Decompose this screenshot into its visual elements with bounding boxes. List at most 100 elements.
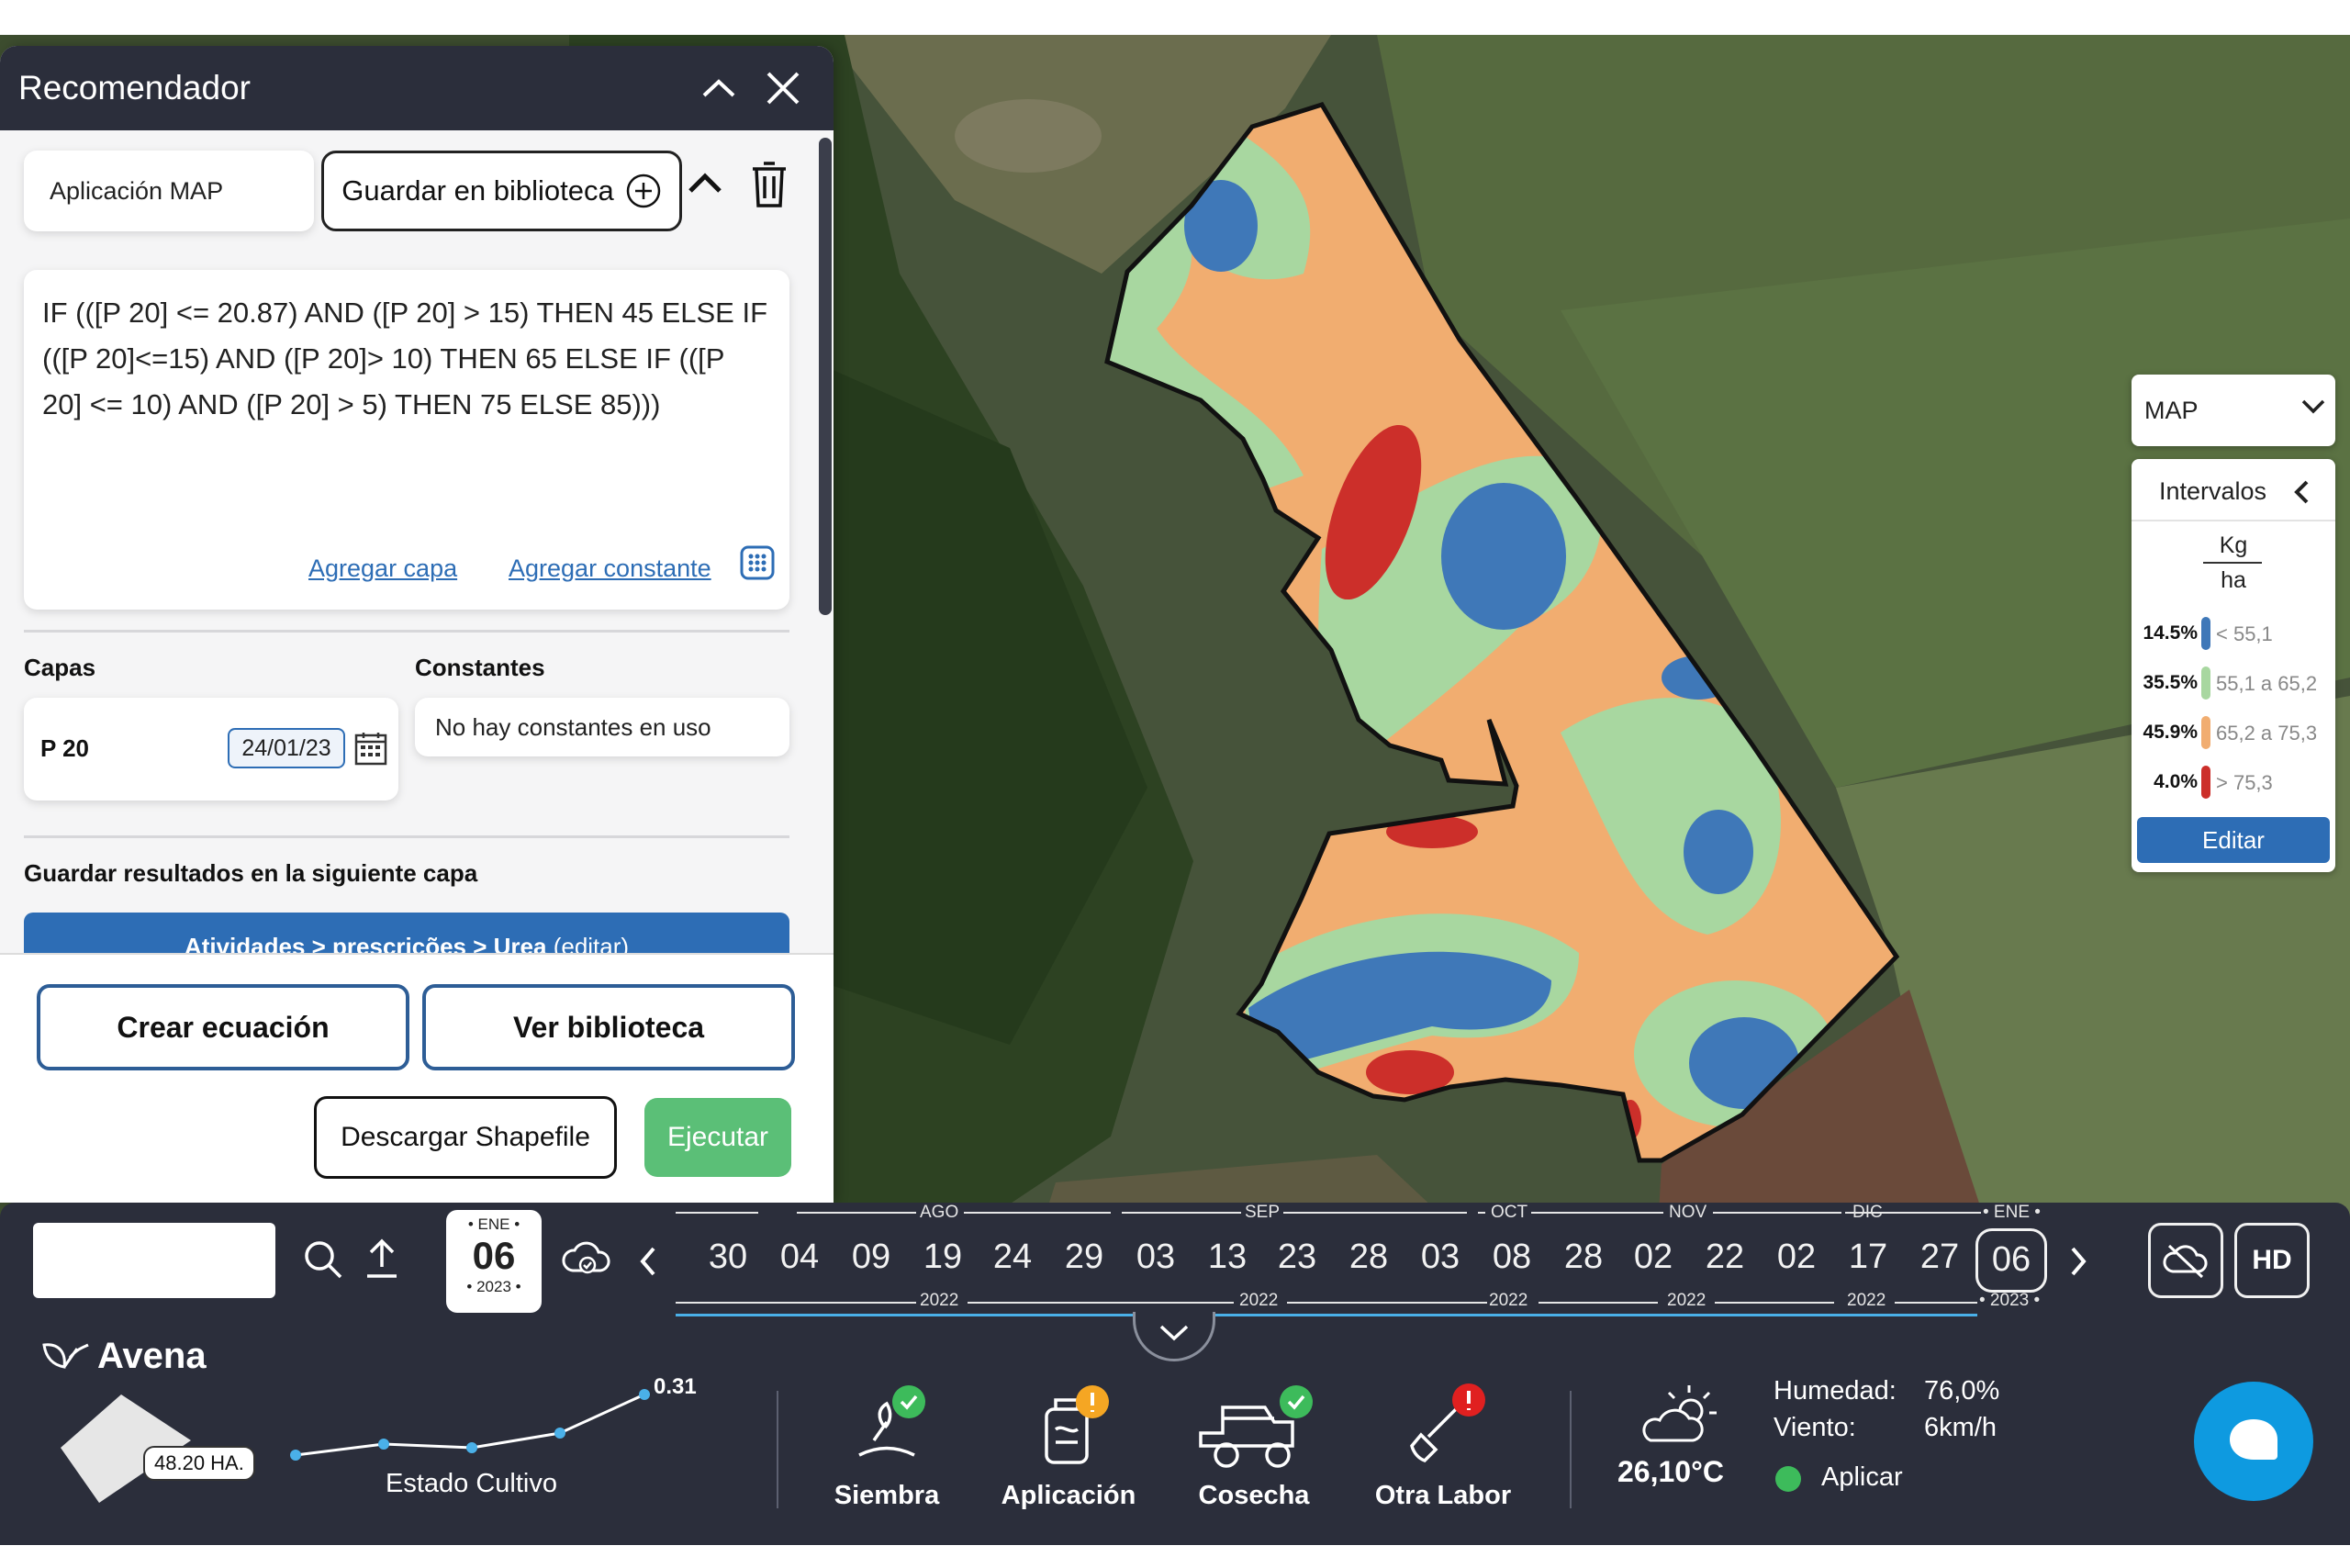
timeline-rule [1478,1212,1485,1214]
chat-button[interactable] [2194,1382,2313,1501]
calculator-grid-icon[interactable] [740,545,775,580]
search-input[interactable] [33,1223,275,1298]
timeline-rule [797,1212,916,1214]
timeline-day[interactable]: 29 [1052,1238,1116,1277]
download-shapefile-button[interactable]: Descargar Shapefile [314,1096,617,1179]
timeline-day[interactable]: 03 [1408,1238,1472,1277]
legend-row: 45.9% 65,2 a 75,3 [2132,714,2335,751]
year-label: 2022 [1239,1291,1279,1310]
calendar-icon[interactable] [354,731,387,766]
timeline-day[interactable]: 02 [1764,1238,1829,1277]
edit-intervals-button[interactable]: Editar [2137,817,2330,863]
divider [1570,1391,1572,1508]
cloud-off-icon [2163,1244,2208,1279]
hd-toggle-button[interactable]: HD [2234,1223,2310,1298]
chevron-down-icon [1159,1325,1189,1341]
cloud-filter-button[interactable] [2148,1223,2223,1298]
scrollbar[interactable] [819,138,832,615]
add-constant-link[interactable]: Agregar constante [509,554,711,583]
activity-application[interactable]: Aplicación [986,1382,1151,1510]
unit-numerator: Kg [2219,532,2248,558]
layer-card[interactable]: P 20 24/01/23 [24,698,398,801]
month-label: • ENE • [1983,1203,2041,1222]
timeline-day[interactable]: 28 [1551,1238,1616,1277]
timeline-day[interactable]: 28 [1337,1238,1401,1277]
field-info-bar: Avena 48.20 HA. 0.31 Estado Cultivo Siem… [0,1312,2350,1545]
current-date-card[interactable]: • ENE • 06 • 2023 • [446,1210,542,1313]
crop-trend-sparkline [290,1389,650,1461]
search-icon[interactable] [303,1239,343,1280]
timeline-rule [968,1302,1234,1304]
equation-text[interactable]: IF (([P 20] <= 20.87) AND ([P 20] > 15) … [42,290,771,428]
timeline-day[interactable]: 17 [1836,1238,1900,1277]
collapse-equation-icon[interactable] [687,165,723,202]
timeline-day[interactable]: 02 [1621,1238,1685,1277]
month-label: AGO [920,1203,959,1222]
field-area-badge: 48.20 HA. [143,1446,255,1481]
activity-sowing[interactable]: Siembra [804,1382,969,1510]
chevron-left-icon[interactable] [2293,479,2310,505]
legend-range: > 75,3 [2216,771,2273,794]
legend-row: 14.5% < 55,1 [2132,615,2335,652]
activity-label: Otra Labor [1374,1481,1512,1510]
trash-icon[interactable] [749,160,789,209]
legend-swatch [2201,766,2210,799]
timeline-day[interactable]: 22 [1693,1238,1757,1277]
legend-swatch [2201,617,2210,650]
timeline-day[interactable]: 03 [1124,1238,1188,1277]
timeline-day[interactable]: 23 [1265,1238,1329,1277]
no-constants-text: No hay constantes en uso [435,712,711,741]
divider [777,1391,778,1508]
timeline-next-icon[interactable] [2067,1243,2089,1280]
application-chip[interactable]: Aplicación MAP [24,151,314,231]
upload-icon[interactable] [364,1236,400,1280]
timeline-rule [1539,1302,1658,1304]
timeline-prev-icon[interactable] [637,1243,659,1280]
apply-status-label: Aplicar [1821,1462,1903,1492]
activity-label: Siembra [834,1481,940,1510]
cloud-check-icon[interactable] [560,1238,611,1280]
chat-bubble-icon [2230,1419,2277,1460]
save-to-library-button[interactable]: Guardar en biblioteca [321,151,682,231]
timeline-day-selected[interactable]: 06 [1975,1228,2047,1293]
timeline-rule [1287,1302,1487,1304]
legend-percent: 4.0% [2154,771,2198,792]
layer-select[interactable]: MAP [2132,375,2335,446]
create-equation-button[interactable]: Crear ecuación [37,984,409,1070]
legend-swatch [2201,716,2210,749]
timeline-day[interactable]: 19 [911,1238,975,1277]
timeline-rule [1713,1212,1841,1214]
month-label: OCT [1491,1203,1528,1222]
collapse-info-button[interactable] [1133,1312,1215,1361]
timeline-day[interactable]: 04 [767,1238,832,1277]
legend-range: 65,2 a 75,3 [2216,722,2318,745]
timeline-day[interactable]: 30 [696,1238,760,1277]
destination-edit-link[interactable]: (editar) [554,933,629,953]
destination-layer-button[interactable]: Atividades > prescrições > Urea (editar) [24,913,789,953]
legend-percent: 45.9% [2143,722,2198,743]
add-layer-link[interactable]: Agregar capa [308,554,457,583]
equation-editor[interactable]: IF (([P 20] <= 20.87) AND ([P 20] > 15) … [24,270,789,610]
timeline-day[interactable]: 27 [1908,1238,1972,1277]
trend-value: 0.31 [654,1374,697,1399]
view-library-button[interactable]: Ver biblioteca [422,984,795,1070]
collapse-panel-button[interactable] [687,56,751,120]
application-icon [1045,1385,1109,1464]
legend-title: Intervalos [2159,477,2267,505]
timeline-day[interactable]: 08 [1480,1238,1544,1277]
humidity-label: Humedad: [1774,1376,1897,1406]
layer-date-field[interactable]: 24/01/23 [228,728,345,768]
timeline-day[interactable]: 24 [980,1238,1045,1277]
timeline-day[interactable]: 09 [839,1238,903,1277]
panel-body[interactable]: Aplicación MAP Guardar en biblioteca IF … [0,130,834,953]
activity-other[interactable]: Otra Labor [1360,1382,1526,1510]
execute-button[interactable]: Ejecutar [644,1098,791,1177]
timeline-day[interactable]: 13 [1195,1238,1259,1277]
month-label: SEP [1245,1203,1281,1222]
timeline-bar: • ENE • 06 • 2023 • AGO 2022 SEP 2022 OC… [0,1203,2350,1327]
activity-harvest[interactable]: Cosecha [1171,1382,1337,1510]
year-label: 2022 [1667,1291,1707,1310]
close-panel-button[interactable] [751,56,815,120]
year-label: • 2023 • [1979,1291,2041,1310]
divider [24,835,789,838]
